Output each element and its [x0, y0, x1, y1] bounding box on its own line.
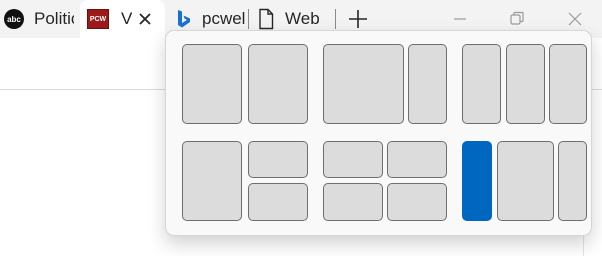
close-icon[interactable]: [564, 8, 586, 30]
snap-zone[interactable]: [558, 141, 587, 221]
bing-logo-icon: [178, 10, 190, 28]
snap-zone[interactable]: [323, 141, 383, 178]
snap-zone-selected[interactable]: [462, 141, 492, 221]
snap-zone[interactable]: [462, 44, 501, 124]
snap-zone[interactable]: [387, 141, 447, 178]
snap-zone[interactable]: [248, 44, 308, 124]
snap-zone[interactable]: [497, 141, 554, 221]
snap-layouts-flyout: [165, 30, 592, 236]
pcworld-logo-icon: PCW: [87, 9, 109, 29]
close-icon[interactable]: [135, 9, 155, 29]
snap-zone[interactable]: [248, 183, 308, 221]
plus-icon[interactable]: [347, 8, 369, 30]
snap-zone[interactable]: [506, 44, 545, 124]
snap-zone[interactable]: [549, 44, 587, 124]
snap-zone[interactable]: [408, 44, 447, 124]
tab-separator: [335, 9, 336, 29]
snap-zone[interactable]: [387, 183, 447, 221]
page-icon: [259, 8, 274, 30]
restore-icon[interactable]: [506, 8, 528, 30]
tab-label: pcwel: [202, 9, 246, 28]
snap-zone[interactable]: [182, 141, 242, 221]
tab-label: V: [121, 9, 133, 28]
snap-zone[interactable]: [182, 44, 242, 124]
tab-separator: [248, 9, 249, 29]
snap-zone[interactable]: [323, 44, 404, 124]
snap-zone[interactable]: [248, 141, 308, 178]
tab-politics[interactable]: abc Politic: [4, 0, 74, 38]
tab-label: Web: [285, 9, 320, 28]
minimize-icon[interactable]: [449, 8, 471, 30]
abc-news-logo-icon: abc: [4, 9, 24, 29]
snap-zone[interactable]: [323, 183, 383, 221]
tab-label: Politic: [34, 9, 74, 28]
